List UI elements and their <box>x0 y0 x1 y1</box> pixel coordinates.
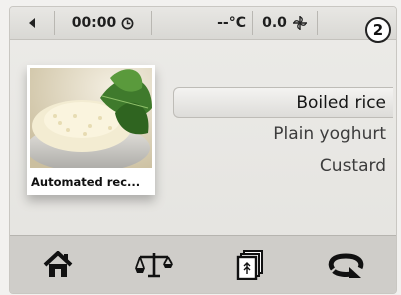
recipe-tile-caption: Automated rec... <box>31 175 141 189</box>
fan-icon <box>292 15 308 31</box>
home-icon <box>43 250 73 277</box>
clock-icon <box>121 17 134 30</box>
recipe-list: Boiled rice Plain yoghurt Custard <box>173 87 393 182</box>
home-button[interactable] <box>10 236 106 293</box>
weight-button[interactable] <box>106 236 202 293</box>
status-bar: 00:00 --°C 0.0 <box>10 7 396 40</box>
recipe-image <box>30 68 152 168</box>
back-arrow-icon <box>29 18 35 28</box>
fan-value: 0.0 <box>262 15 287 31</box>
scale-icon <box>135 252 173 277</box>
back-button[interactable] <box>10 7 54 39</box>
temperature-field[interactable]: --°C <box>152 7 252 39</box>
recipes-button[interactable] <box>202 236 298 293</box>
timer-field[interactable]: 00:00 <box>55 7 151 39</box>
rotate-button[interactable] <box>298 236 394 293</box>
recipe-book-icon <box>236 249 263 280</box>
bottom-bar <box>10 235 396 293</box>
timer-value: 00:00 <box>71 15 117 31</box>
recipe-tile[interactable]: Automated rec... <box>27 65 155 195</box>
recipe-item-plain-yoghurt[interactable]: Plain yoghurt <box>173 118 393 150</box>
recipe-item-custard[interactable]: Custard <box>173 150 393 182</box>
rotate-icon <box>328 252 364 278</box>
oven-screen: 00:00 --°C 0.0 2 Automated rec... Boiled… <box>9 6 397 294</box>
step-badge: 2 <box>365 17 391 43</box>
temperature-value: --°C <box>217 15 246 31</box>
fan-field[interactable]: 0.0 <box>253 7 317 39</box>
recipe-item-boiled-rice[interactable]: Boiled rice <box>173 87 393 118</box>
